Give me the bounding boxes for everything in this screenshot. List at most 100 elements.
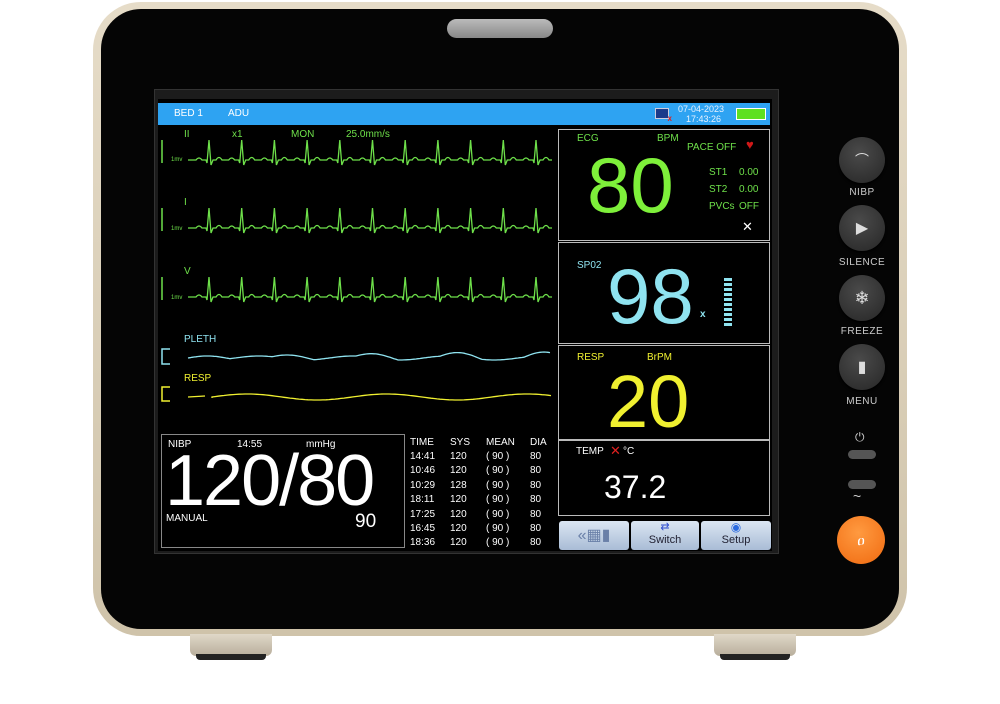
table-cell: 120: [450, 523, 467, 534]
power-icon: ⏻: [855, 430, 865, 444]
ecg-panel[interactable]: ECG BPM PACE OFF ♥ 80 ST1 0.00 ST2 0.00 …: [558, 129, 770, 241]
silence-button[interactable]: ▶: [839, 205, 885, 251]
ecg-waveform: [188, 276, 552, 303]
table-cell: 80: [530, 523, 542, 534]
spo2-label: SP02: [577, 260, 602, 271]
spo2-mark: x: [700, 309, 706, 320]
resp-scale-mark: [161, 386, 170, 402]
silence-button-label: SILENCE: [838, 257, 886, 268]
table-cell: 10:29: [410, 479, 436, 491]
resp-label: RESP: [577, 352, 605, 363]
table-cell: 16:45: [410, 523, 436, 534]
resp-value: 20: [607, 360, 690, 443]
perfusion-bar: [724, 278, 732, 328]
table-cell: ( 90 ): [486, 451, 510, 462]
table-cell: SYS: [450, 437, 471, 448]
layout-button[interactable]: «▦▮: [559, 521, 629, 550]
table-cell: 10:46: [410, 465, 436, 477]
cuff-icon: ⌒: [855, 152, 869, 168]
pleth-waveform: [187, 351, 551, 361]
st1-value: 0.00: [739, 167, 759, 178]
temp-label: TEMP: [576, 446, 604, 457]
table-cell: 120: [450, 451, 467, 462]
pvcs-value: OFF: [739, 201, 759, 212]
nibp-mean: 90: [355, 511, 377, 532]
table-cell: 120: [450, 465, 467, 477]
table-cell: ( 90 ): [486, 465, 510, 477]
nibp-value: 120/80: [165, 441, 375, 521]
table-cell: 120: [450, 508, 467, 520]
st1-label: ST1: [709, 167, 728, 178]
menu-button-label: MENU: [846, 396, 878, 407]
freeze-button-label: FREEZE: [840, 326, 884, 337]
table-cell: 120: [450, 494, 467, 506]
setup-icon: ◉: [730, 520, 742, 534]
table-cell: 80: [530, 508, 542, 520]
table-cell: 18:36: [410, 537, 436, 549]
table-cell: DIA: [530, 437, 547, 448]
pace-status: PACE OFF: [687, 142, 737, 153]
alarm-off-icon: ✕: [610, 443, 621, 458]
pvcs-label: PVCs: [709, 201, 735, 212]
switch-label: Switch: [648, 534, 682, 546]
ac-icon: ~: [853, 488, 862, 504]
table-cell: 80: [530, 465, 542, 477]
table-row: 17:25 120 ( 90 ) 80: [410, 509, 555, 523]
table-cell: 80: [530, 451, 542, 462]
table-row: 16:45 120 ( 90 ) 80: [410, 523, 555, 537]
table-cell: MEAN: [486, 437, 515, 448]
heart-rate-value: 80: [587, 141, 674, 229]
ecg-waveform: [188, 207, 552, 234]
table-cell: 120: [450, 537, 467, 549]
table-cell: 128: [450, 479, 467, 491]
alarm-off-icon: ✕: [742, 219, 753, 234]
spo2-panel[interactable]: SP02 98 x: [558, 242, 770, 344]
table-cell: 14:41: [410, 451, 436, 462]
setup-label: Setup: [721, 534, 751, 546]
st2-value: 0.00: [739, 184, 759, 195]
temp-panel[interactable]: TEMP ✕ °C 37.2: [558, 440, 770, 516]
snowflake-icon: ❄: [854, 287, 870, 308]
temp-value: 37.2: [604, 469, 667, 505]
table-cell: 80: [530, 494, 542, 506]
table-cell: ( 90 ): [486, 537, 510, 549]
temp-unit: °C: [623, 446, 635, 457]
table-cell: 80: [530, 479, 542, 491]
speaker-icon: ▶: [855, 220, 869, 237]
table-row: 10:46 120 ( 90 ) 80: [410, 465, 555, 479]
table-cell: ( 90 ): [486, 508, 510, 520]
nibp-button-label: NIBP: [849, 187, 875, 198]
switch-button[interactable]: ⇄ Switch: [631, 521, 699, 550]
pages-icon: ▮: [857, 359, 867, 376]
standby-icon: ዐ: [857, 531, 865, 548]
switch-icon: ⇄: [660, 521, 670, 533]
resp-waveform: [187, 393, 552, 401]
table-cell: ( 90 ): [486, 494, 510, 506]
nibp-panel[interactable]: NIBP 14:55 mmHg 120/80 MANUAL 90: [161, 434, 405, 548]
freeze-button[interactable]: ❄: [839, 275, 885, 321]
table-row: 18:11 120 ( 90 ) 80: [410, 494, 555, 508]
st2-label: ST2: [709, 184, 728, 195]
table-header: TIME SYS MEAN DIA: [410, 437, 555, 451]
ecg-waveform: [188, 139, 552, 166]
power-button[interactable]: ዐ: [837, 516, 885, 564]
table-cell: TIME: [410, 437, 434, 448]
power-indicator: [848, 450, 876, 459]
menu-button[interactable]: ▮: [839, 344, 885, 390]
table-cell: 18:11: [410, 494, 435, 506]
resp-panel[interactable]: RESP BrPM 20: [558, 345, 770, 443]
spo2-value: 98: [607, 252, 694, 340]
nibp-button[interactable]: ⌒: [839, 137, 885, 183]
table-cell: 80: [530, 537, 542, 549]
grid-icon: «▦▮: [577, 527, 611, 544]
table-cell: ( 90 ): [486, 523, 510, 534]
table-cell: ( 90 ): [486, 479, 510, 491]
table-row: 18:36 120 ( 90 ) 80: [410, 537, 555, 551]
table-cell: 17:25: [410, 508, 436, 520]
pleth-scale-mark: [161, 348, 170, 365]
nibp-mode: MANUAL: [166, 513, 208, 524]
heart-icon: ♥: [746, 137, 754, 152]
setup-button[interactable]: ◉ Setup: [701, 521, 771, 550]
table-row: 14:41 120 ( 90 ) 80: [410, 451, 555, 465]
table-row: 10:29 128 ( 90 ) 80: [410, 480, 555, 494]
